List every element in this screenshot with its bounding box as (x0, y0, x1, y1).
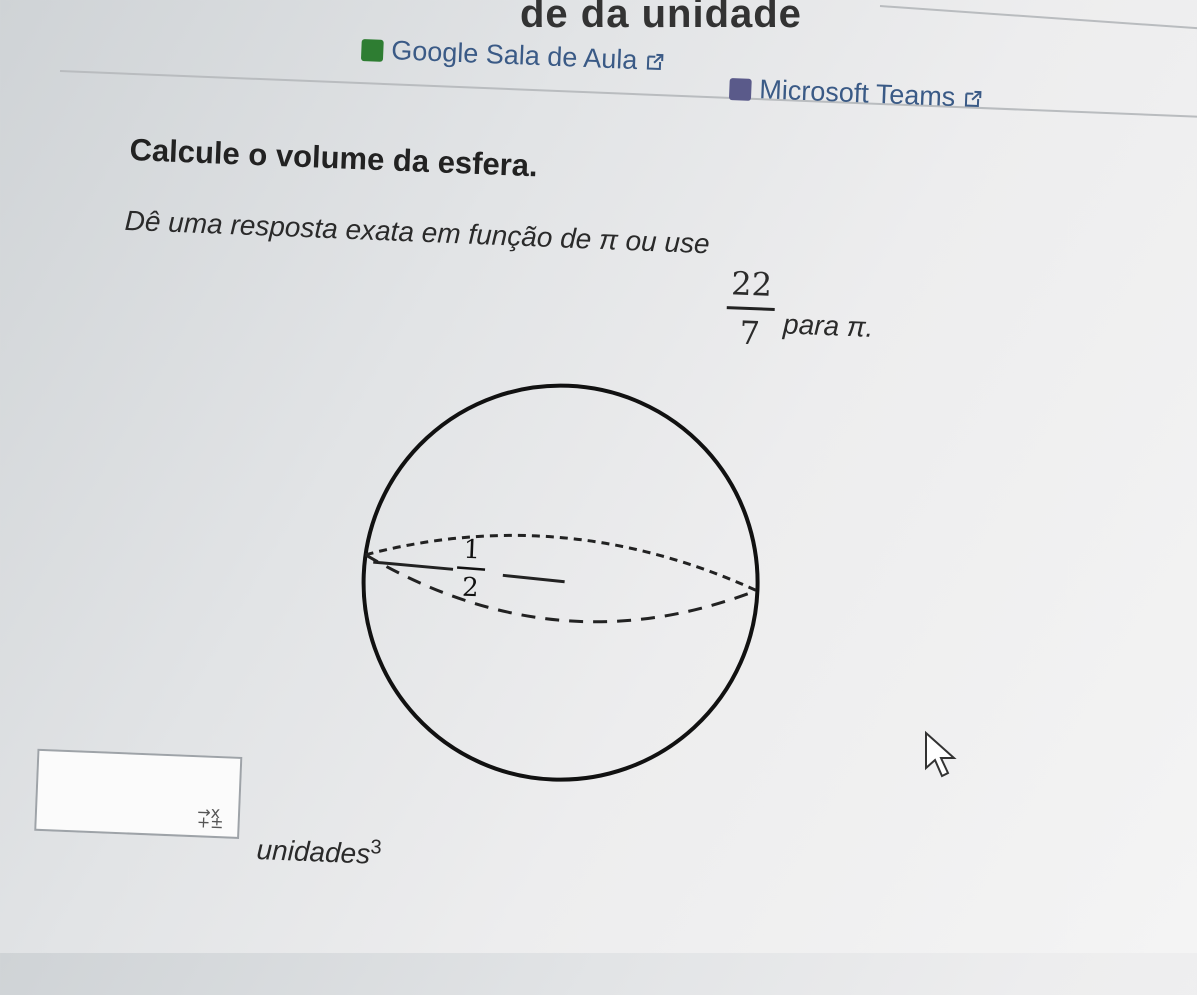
radius-numerator: 1 (463, 535, 481, 566)
answer-units: unidades3 (256, 832, 382, 871)
fraction-bar (726, 306, 775, 312)
instruction-text: Dê uma resposta exata em função de π ou … (124, 204, 711, 260)
question-title: Calcule o volume da esfera. (128, 132, 539, 184)
fraction-numerator: 22 (730, 264, 773, 304)
screen: de da unidade Google Sala de Aula Micros… (0, 0, 1197, 953)
units-label: unidades (256, 833, 371, 870)
radius-fraction-bar (457, 566, 486, 571)
question-content: Calcule o volume da esfera. Dê uma respo… (0, 0, 1197, 995)
math-format-icon[interactable]: →x +± (197, 802, 225, 832)
instruction-suffix: para π. (782, 308, 875, 343)
radius-denominator: 2 (461, 573, 479, 604)
header-divider (879, 5, 1197, 31)
fraction-denominator: 7 (738, 313, 761, 353)
radius-line-left (373, 560, 454, 571)
radius-line-right (502, 573, 565, 584)
units-exponent: 3 (370, 836, 383, 859)
sphere-diagram: 1 2 (361, 383, 760, 782)
mouse-cursor-icon (925, 730, 957, 778)
answer-input[interactable]: →x +± (34, 748, 243, 839)
pi-approx-fraction: 22 7 (725, 264, 776, 353)
